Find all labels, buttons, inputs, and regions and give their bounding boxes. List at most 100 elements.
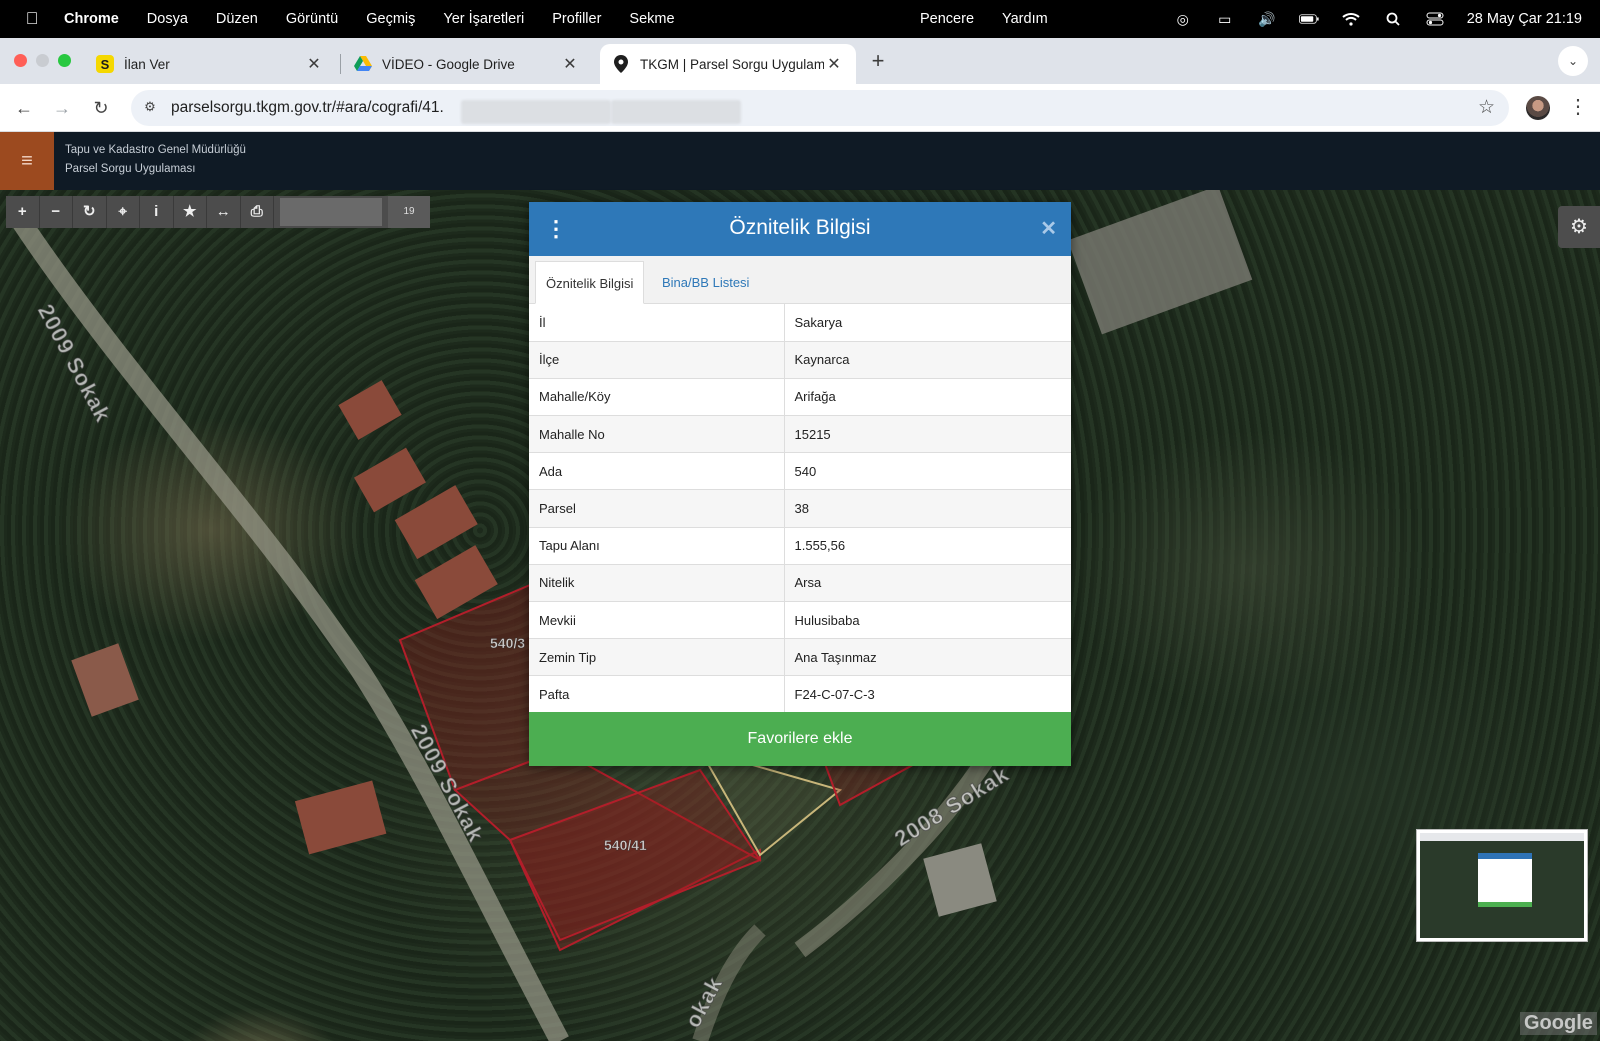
site-settings-icon[interactable]: ⚙ bbox=[141, 99, 159, 117]
attribute-value: Hulusibaba bbox=[784, 601, 1071, 640]
wifi-icon[interactable] bbox=[1341, 11, 1361, 27]
new-tab-button[interactable]: + bbox=[866, 48, 890, 74]
tab-search-chevron-icon[interactable]: ⌄ bbox=[1558, 46, 1588, 76]
attribute-key: İlçe bbox=[529, 341, 785, 379]
table-row: Ada 540 bbox=[529, 452, 1071, 491]
menu-gecmis[interactable]: Geçmiş bbox=[366, 11, 415, 27]
screen-mirroring-icon[interactable]: ▭ bbox=[1215, 11, 1235, 27]
attribute-value: Sakarya bbox=[784, 304, 1071, 342]
dialog-title: Öznitelik Bilgisi bbox=[729, 216, 871, 239]
attribute-value: 38 bbox=[784, 489, 1071, 528]
dialog-tabs: Öznitelik Bilgisi Bina/BB Listesi bbox=[529, 256, 1071, 304]
close-window-button[interactable] bbox=[14, 54, 27, 67]
building bbox=[71, 643, 139, 717]
menu-sekme[interactable]: Sekme bbox=[629, 11, 674, 27]
attribute-key: Parsel bbox=[529, 489, 785, 528]
parcel-label: 540/41 bbox=[604, 837, 647, 854]
spotlight-search-icon[interactable] bbox=[1383, 11, 1403, 27]
picture-in-picture-thumbnail[interactable] bbox=[1417, 830, 1587, 941]
parcel-label: 540/3 bbox=[490, 635, 526, 652]
map-toolbar: + − ↻ ⌖ i ★ ↔ ⎙ 19 bbox=[6, 196, 430, 228]
building bbox=[394, 485, 478, 560]
locate-crosshair-icon[interactable]: ⌖ bbox=[107, 196, 140, 228]
app-header: ≡ Tapu ve Kadastro Genel Müdürlüğü Parse… bbox=[0, 132, 1600, 190]
tab-title: TKGM | Parsel Sorgu Uygulam bbox=[640, 56, 824, 72]
thumbnail-dialog bbox=[1478, 853, 1532, 907]
table-row: Mevkii Hulusibaba bbox=[529, 601, 1071, 640]
attribute-value: 1.555,56 bbox=[784, 527, 1071, 565]
info-icon[interactable]: i bbox=[140, 196, 174, 228]
zoom-window-button[interactable] bbox=[58, 54, 71, 67]
menubar-clock[interactable]: 28 May Çar 21:19 bbox=[1467, 11, 1582, 27]
attribute-info-dialog: ⋮ Öznitelik Bilgisi ✕ Öznitelik Bilgisi … bbox=[529, 202, 1071, 766]
tab-separator bbox=[340, 54, 341, 74]
menu-goruntu[interactable]: Görüntü bbox=[286, 11, 338, 27]
bookmark-star-icon[interactable]: ☆ bbox=[1478, 96, 1495, 119]
attribute-key: İl bbox=[529, 304, 785, 342]
table-row: Tapu Alanı 1.555,56 bbox=[529, 527, 1071, 565]
creative-cloud-icon[interactable]: ◎ bbox=[1173, 11, 1193, 27]
close-tab-icon[interactable]: ✕ bbox=[560, 54, 580, 74]
thumbnail-preview bbox=[1420, 833, 1584, 938]
menu-yardim[interactable]: Yardım bbox=[1002, 11, 1048, 27]
url-text[interactable]: parselsorgu.tkgm.gov.tr/#ara/cografi/41. bbox=[171, 99, 444, 117]
app-name: Parsel Sorgu Uygulaması bbox=[65, 163, 196, 175]
sahibinden-favicon: S bbox=[96, 55, 114, 73]
zoom-out-icon[interactable]: − bbox=[40, 196, 73, 228]
measure-icon[interactable]: ↔ bbox=[207, 196, 241, 228]
drive-icon bbox=[354, 55, 372, 73]
back-button[interactable]: ← bbox=[12, 96, 36, 120]
map-pin-icon bbox=[612, 55, 630, 73]
close-tab-icon[interactable]: ✕ bbox=[824, 54, 844, 74]
zoom-in-icon[interactable]: + bbox=[6, 196, 40, 228]
favorites-star-icon[interactable]: ★ bbox=[174, 196, 207, 228]
tab-google-drive[interactable]: VİDEO - Google Drive ✕ bbox=[342, 44, 592, 84]
hamburger-menu-icon[interactable]: ≡ bbox=[0, 132, 54, 190]
building bbox=[338, 380, 402, 440]
volume-icon[interactable]: 🔊 bbox=[1257, 11, 1277, 27]
tab-oznitelik-bilgisi[interactable]: Öznitelik Bilgisi bbox=[535, 261, 645, 304]
window-controls bbox=[14, 54, 71, 67]
attribute-value: Ana Taşınmaz bbox=[784, 638, 1071, 677]
menu-duzen[interactable]: Düzen bbox=[216, 11, 258, 27]
attribute-key: Zemin Tip bbox=[529, 638, 785, 677]
macos-menu-bar:  Chrome Dosya Düzen Görüntü Geçmiş Yer … bbox=[0, 0, 1600, 38]
attribute-value: 540 bbox=[784, 452, 1071, 491]
attribute-value: 15215 bbox=[784, 415, 1071, 454]
thumbnail-browser-bar bbox=[1420, 833, 1584, 841]
table-row: Zemin Tip Ana Taşınmaz bbox=[529, 638, 1071, 677]
control-center-icon[interactable] bbox=[1425, 11, 1445, 27]
building bbox=[923, 843, 997, 917]
attribute-key: Pafta bbox=[529, 675, 785, 714]
reload-button[interactable]: ↻ bbox=[89, 96, 113, 120]
table-row: İlçe Kaynarca bbox=[529, 341, 1071, 379]
url-redaction bbox=[611, 100, 741, 124]
print-icon[interactable]: ⎙ bbox=[241, 196, 274, 228]
app-org-name: Tapu ve Kadastro Genel Müdürlüğü bbox=[65, 144, 246, 156]
menu-dosya[interactable]: Dosya bbox=[147, 11, 188, 27]
add-to-favorites-button[interactable]: Favorilere ekle bbox=[529, 712, 1071, 766]
menu-profiller[interactable]: Profiller bbox=[552, 11, 601, 27]
chrome-menu-icon[interactable]: ⋮ bbox=[1568, 94, 1588, 119]
settings-gear-icon[interactable]: ⚙ bbox=[1558, 206, 1600, 248]
table-row: Mahalle No 15215 bbox=[529, 415, 1071, 454]
tab-bina-bb-listesi[interactable]: Bina/BB Listesi bbox=[652, 261, 759, 304]
battery-icon[interactable] bbox=[1298, 11, 1319, 27]
forward-button[interactable]: → bbox=[50, 96, 74, 120]
close-tab-icon[interactable]: ✕ bbox=[304, 54, 324, 74]
menu-pencere[interactable]: Pencere bbox=[920, 11, 974, 27]
tab-ilan-ver[interactable]: S İlan Ver ✕ bbox=[84, 44, 336, 84]
address-bar[interactable]: ⚙ parselsorgu.tkgm.gov.tr/#ara/cografi/4… bbox=[131, 90, 1509, 126]
attribute-value: F24-C-07-C-3 bbox=[784, 675, 1071, 714]
tab-tkgm-parsel-sorgu[interactable]: TKGM | Parsel Sorgu Uygulam ✕ bbox=[600, 44, 856, 84]
refresh-icon[interactable]: ↻ bbox=[73, 196, 107, 228]
tab-title: VİDEO - Google Drive bbox=[382, 56, 515, 72]
tab-title: İlan Ver bbox=[124, 56, 170, 72]
menu-app-name[interactable]: Chrome bbox=[64, 11, 119, 27]
tab-strip: S İlan Ver ✕ VİDEO - Google Drive ✕ TKGM… bbox=[0, 38, 1600, 84]
minimize-window-button[interactable] bbox=[36, 54, 49, 67]
close-icon[interactable]: ✕ bbox=[1040, 216, 1057, 241]
menu-yer-isaretleri[interactable]: Yer İşaretleri bbox=[443, 11, 524, 27]
profile-avatar[interactable] bbox=[1526, 96, 1550, 120]
apple-icon[interactable]:  bbox=[0, 9, 64, 29]
